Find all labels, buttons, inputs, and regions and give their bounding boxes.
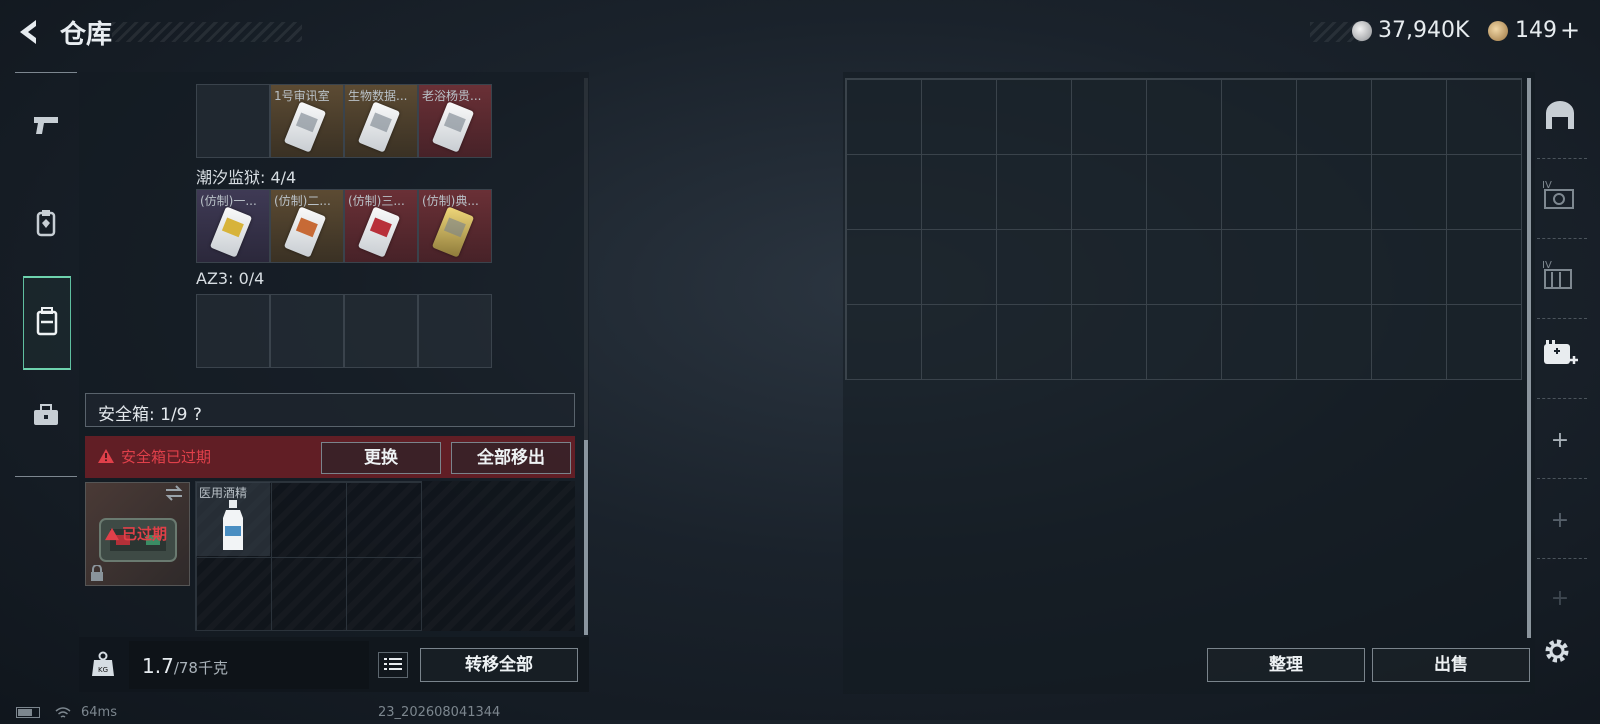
side-divider <box>1537 478 1587 479</box>
toolbox-icon <box>32 403 60 431</box>
inventory-scroll-thumb[interactable] <box>584 440 588 635</box>
safe-box-slot[interactable]: 医用酒精 <box>196 482 270 556</box>
expired-tag: 已过期 <box>122 525 168 543</box>
gold-currency: 149 <box>1515 18 1557 43</box>
backpack-icon <box>35 306 59 340</box>
build-id: 23_202608041344 <box>378 705 501 720</box>
container-grid[interactable] <box>845 78 1522 380</box>
side-divider <box>1537 558 1587 559</box>
keycard-label: 生物数据... <box>348 89 408 103</box>
remove-all-button[interactable]: 全部移出 <box>451 442 571 474</box>
keycard-icon <box>283 206 327 258</box>
wifi-icon <box>55 705 71 724</box>
warning-icon <box>97 448 115 468</box>
weight-value: 1.7/78千克 <box>142 654 228 678</box>
keycard-label: 1号审讯室 <box>274 89 330 103</box>
add-tab-3[interactable]: + <box>1540 578 1580 618</box>
armor-icon <box>34 209 58 241</box>
add-currency-button[interactable]: + <box>1560 16 1580 44</box>
keycard-slot[interactable]: (仿制)典... <box>418 189 492 263</box>
add-tab-1[interactable]: + <box>1540 420 1580 460</box>
alcohol-bottle-icon <box>221 500 245 556</box>
expired-warning-icon <box>104 526 120 545</box>
keycard-slot[interactable]: 1号审讯室 <box>270 84 344 158</box>
replace-button[interactable]: 更换 <box>321 442 441 474</box>
swap-icon[interactable] <box>164 485 184 505</box>
settings-gear-icon[interactable] <box>1542 636 1572 670</box>
safe-box-title: 安全箱: 1/9 ? <box>98 405 202 425</box>
keycard-label: (仿制)典... <box>422 194 479 208</box>
keycard-slot[interactable]: (仿制)二... <box>270 189 344 263</box>
keycard-icon <box>431 101 475 153</box>
locked-tab-4[interactable]: IV <box>1540 176 1580 216</box>
keycard-slot[interactable]: (仿制)一... <box>196 189 270 263</box>
svg-text:KG: KG <box>98 666 108 674</box>
page-title: 仓库 <box>60 20 113 50</box>
keycard-slot[interactable] <box>196 294 270 368</box>
camera-locked-icon: IV <box>1542 178 1578 214</box>
list-icon <box>384 656 402 675</box>
weight-current: 1.7 <box>142 654 174 678</box>
item-label: 医用酒精 <box>199 486 248 500</box>
section-title-az3: AZ3: 0/4 <box>196 269 265 288</box>
storage-locked-icon: IV <box>1542 258 1578 294</box>
container-scrollbar[interactable] <box>1527 78 1531 638</box>
list-view-button[interactable] <box>378 652 408 678</box>
back-icon[interactable] <box>14 16 46 48</box>
keycard-row-1: 1号审讯室 生物数据... 老浴杨贵... <box>196 84 492 158</box>
keycard-slot[interactable] <box>270 294 344 368</box>
locked-tab-5[interactable]: IV <box>1540 256 1580 296</box>
warehouse-icon <box>1544 101 1576 135</box>
category-weapons[interactable] <box>23 82 69 172</box>
category-backpack[interactable] <box>23 276 71 370</box>
keycard-label: (仿制)三... <box>348 194 405 208</box>
title-decoration <box>112 22 302 42</box>
side-divider <box>1537 318 1587 319</box>
weight-icon: KG <box>91 651 115 681</box>
side-divider <box>1537 398 1587 399</box>
side-divider <box>1537 238 1587 239</box>
category-toolbox[interactable] <box>23 372 69 462</box>
keycard-slot[interactable]: (仿制)三... <box>344 189 418 263</box>
sell-button[interactable]: 出售 <box>1372 648 1530 682</box>
keycard-icon <box>283 101 327 153</box>
keycard-label: 老浴杨贵... <box>422 89 482 103</box>
add-tab-2[interactable]: + <box>1540 500 1580 540</box>
gold-coin-icon <box>1488 21 1508 41</box>
battery-icon <box>16 707 40 718</box>
keycard-slot[interactable] <box>344 294 418 368</box>
keycard-row-3 <box>196 294 492 368</box>
keycard-icon <box>357 206 401 258</box>
section-title-tidal-prison: 潮汐监狱: 4/4 <box>196 168 297 187</box>
category-armor[interactable] <box>23 180 69 270</box>
keycard-slot[interactable]: 老浴杨贵... <box>418 84 492 158</box>
keycard-slot[interactable] <box>418 294 492 368</box>
sort-button[interactable]: 整理 <box>1207 648 1365 682</box>
keycard-icon <box>209 206 253 258</box>
keycard-label: (仿制)二... <box>274 194 331 208</box>
keycard-icon <box>357 101 401 153</box>
pistol-icon <box>32 114 60 140</box>
keycard-slot[interactable] <box>196 84 270 158</box>
side-divider <box>1537 158 1587 159</box>
add-case-icon <box>1542 338 1578 374</box>
safe-box-expired-text: 安全箱已过期 <box>121 448 212 466</box>
keycard-slot[interactable]: 生物数据... <box>344 84 418 158</box>
silver-currency: 37,940K <box>1378 18 1470 43</box>
keycard-label: (仿制)一... <box>200 194 257 208</box>
weight-max: /78千克 <box>173 659 228 677</box>
keycard-icon <box>431 206 475 258</box>
silver-coin-icon <box>1352 21 1372 41</box>
add-container-tab[interactable] <box>1540 336 1580 376</box>
transfer-all-button[interactable]: 转移全部 <box>420 648 578 682</box>
warehouse-tab[interactable] <box>1540 98 1580 138</box>
lock-icon <box>90 564 104 585</box>
ping-value: 64ms <box>81 705 117 720</box>
keycard-row-2: (仿制)一... (仿制)二... (仿制)三... (仿制)典... <box>196 189 492 263</box>
